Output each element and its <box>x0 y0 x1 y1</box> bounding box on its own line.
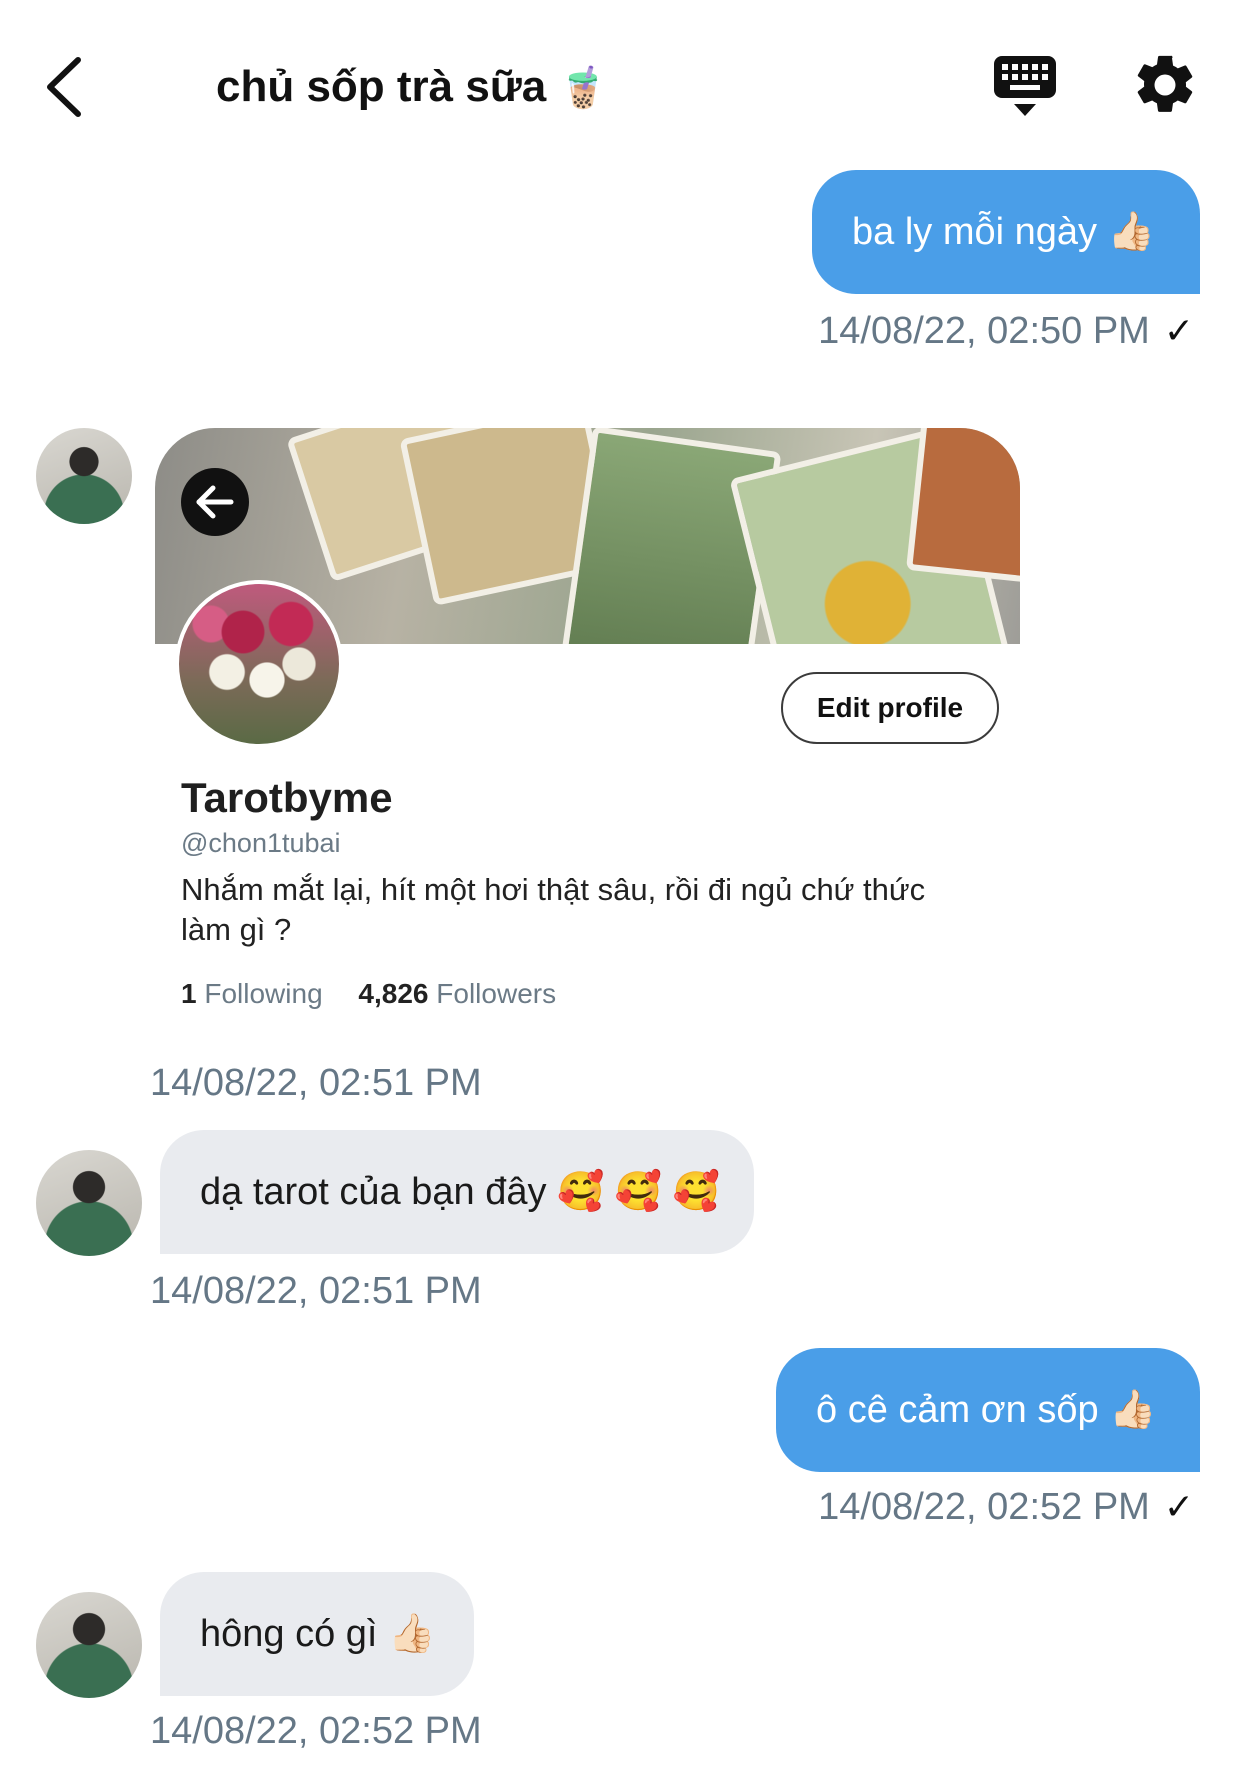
conversation-title-text: chủ sốp trà sữa <box>216 62 547 111</box>
profile-avatar-image <box>175 580 343 748</box>
sender-avatar[interactable] <box>36 428 132 524</box>
edit-profile-button[interactable]: Edit profile <box>781 672 999 744</box>
message-bubble-outgoing[interactable]: ba ly mỗi ngày 👍🏻 <box>812 170 1200 294</box>
bubble-tea-emoji: 🧋 <box>558 66 609 110</box>
profile-handle: @chon1tubai <box>181 828 341 858</box>
following-stat[interactable]: 1 Following <box>181 978 323 1009</box>
banner-back-button[interactable] <box>181 468 249 536</box>
keyboard-icon <box>994 56 1056 116</box>
followers-stat[interactable]: 4,826 Followers <box>358 978 556 1009</box>
message-timestamp: 14/08/22, 02:52 PM ✓ <box>818 1486 1194 1529</box>
message-timestamp: 14/08/22, 02:52 PM <box>150 1710 482 1752</box>
banner-back-arrow-icon <box>196 485 234 519</box>
tarot-card-image <box>906 428 1020 586</box>
gear-icon <box>1137 55 1193 112</box>
profile-name: Tarotbyme <box>181 774 393 821</box>
timestamp-text: 14/08/22, 02:50 PM <box>818 310 1150 352</box>
sender-avatar[interactable] <box>36 1150 142 1256</box>
following-label: Following <box>204 978 323 1009</box>
followers-label: Followers <box>436 978 557 1009</box>
shared-profile-card[interactable]: Edit profile Tarotbyme @chon1tubai Nhắm … <box>155 428 1020 1010</box>
message-timestamp: 14/08/22, 02:51 PM <box>150 1062 482 1104</box>
settings-button[interactable] <box>1130 50 1200 120</box>
sender-avatar[interactable] <box>36 1592 142 1698</box>
check-icon: ✓ <box>1163 310 1194 351</box>
dm-conversation-screen: chủ sốp trà sữa 🧋 ba ly mỗi ngày 👍🏻 14/0… <box>0 0 1242 1774</box>
profile-bio: Nhắm mắt lại, hít một hơi thật sâu, rồi … <box>181 872 926 947</box>
followers-count: 4,826 <box>358 978 429 1009</box>
message-timestamp: 14/08/22, 02:51 PM <box>150 1270 482 1312</box>
profile-stats: 1 Following 4,826 Followers <box>181 978 584 1010</box>
back-button[interactable] <box>38 52 98 122</box>
message-bubble-incoming[interactable]: dạ tarot của bạn đây 🥰 🥰 🥰 <box>160 1130 754 1254</box>
following-count: 1 <box>181 978 197 1009</box>
timestamp-text: 14/08/22, 02:52 PM <box>818 1486 1150 1528</box>
check-icon: ✓ <box>1163 1486 1194 1527</box>
keyboard-button[interactable] <box>990 52 1060 122</box>
message-timestamp: 14/08/22, 02:50 PM ✓ <box>818 310 1194 353</box>
conversation-header: chủ sốp trà sữa 🧋 <box>0 0 1242 170</box>
message-bubble-outgoing[interactable]: ô cê cảm ơn sốp 👍🏻 <box>776 1348 1200 1472</box>
back-chevron-icon <box>47 57 81 117</box>
conversation-title[interactable]: chủ sốp trà sữa 🧋 <box>216 62 608 112</box>
message-bubble-incoming[interactable]: hông có gì 👍🏻 <box>160 1572 474 1696</box>
